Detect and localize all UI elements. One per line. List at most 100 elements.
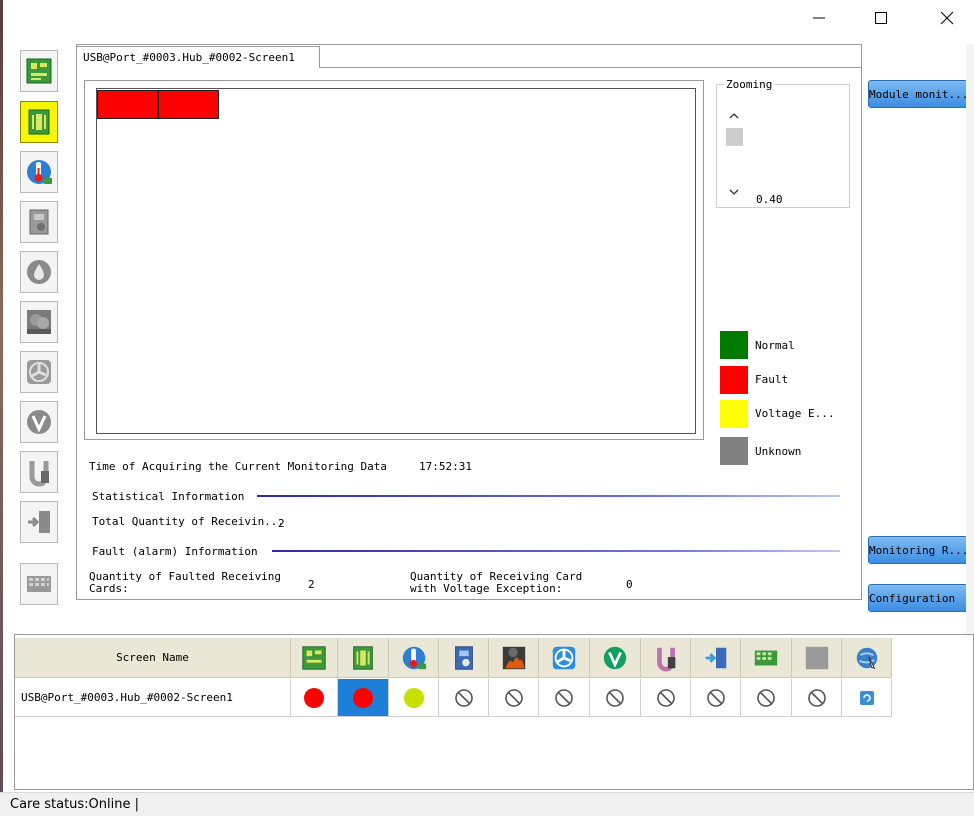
table-cell-smoke[interactable] — [489, 679, 539, 717]
tool-smoke[interactable] — [20, 301, 58, 343]
column-header-door[interactable] — [691, 638, 741, 678]
fan-icon — [552, 646, 576, 669]
misc-monitor-icon — [805, 646, 828, 669]
tool-door[interactable] — [20, 501, 58, 543]
legend-normal-swatch — [720, 331, 748, 359]
tool-pixel[interactable] — [20, 563, 58, 605]
acquire-time-label: Time of Acquiring the Current Monitoring… — [89, 460, 388, 473]
table-cell-cable[interactable] — [641, 679, 691, 717]
legend-voltage-swatch — [720, 400, 748, 428]
faulted-cards-value: 2 — [308, 578, 315, 591]
fault-status-dot — [304, 687, 324, 708]
column-header-misc[interactable] — [792, 638, 842, 678]
receiving-card-icon — [26, 58, 52, 84]
right-edge — [966, 44, 974, 634]
configuration-button[interactable]: Configuration — [868, 584, 972, 612]
close-button[interactable] — [924, 0, 970, 36]
column-header-voltage[interactable] — [590, 638, 641, 678]
column-header-cable[interactable] — [641, 638, 691, 678]
voltage-status-dot — [403, 687, 424, 708]
column-header-screen-name: Screen Name — [15, 638, 291, 678]
not-available-icon — [454, 688, 473, 707]
table-cell-temperature[interactable] — [389, 679, 439, 717]
receiving-card-icon — [302, 645, 326, 670]
table-cell-misc[interactable] — [792, 679, 842, 717]
care-status-text: Care status:Online | — [10, 797, 140, 812]
maximize-button[interactable] — [858, 0, 904, 36]
table-cell-fan[interactable] — [539, 679, 590, 717]
thermometer-icon — [27, 160, 52, 184]
monitoring-record-button[interactable]: Monitoring R... — [868, 536, 972, 564]
statistical-section-title: Statistical Information — [92, 490, 245, 503]
zoom-value: 0.40 — [756, 193, 783, 206]
tool-cable[interactable] — [20, 451, 58, 493]
door-icon — [28, 511, 50, 533]
tab-screen[interactable]: USB@Port_#0003.Hub_#0002-Screen1 — [76, 46, 320, 68]
tool-fan[interactable] — [20, 351, 58, 393]
column-header-screen-name-label: Screen Name — [116, 651, 189, 664]
pixel-grid-icon — [27, 576, 51, 592]
minimize-icon — [813, 17, 825, 19]
table-cell-monitor-card[interactable] — [439, 679, 489, 717]
acquire-time-value: 17:52:31 — [419, 460, 472, 473]
column-header-pixel[interactable] — [741, 638, 792, 678]
not-available-icon — [606, 688, 624, 707]
table-cell-door[interactable] — [691, 679, 741, 717]
cable-icon — [656, 647, 675, 672]
column-header-module[interactable] — [338, 638, 389, 678]
module-board-icon — [28, 109, 50, 135]
voltage-exception-value: 0 — [626, 578, 633, 591]
tool-temperature[interactable] — [20, 151, 58, 193]
column-header-receiving-card[interactable] — [291, 638, 338, 678]
fault-section-title: Fault (alarm) Information — [92, 545, 258, 558]
column-header-temperature[interactable] — [389, 638, 439, 678]
fault-status-dot — [353, 687, 373, 708]
column-header-fan[interactable] — [539, 638, 590, 678]
column-header-monitor-card[interactable] — [439, 638, 489, 678]
table-cell-voltage[interactable] — [590, 679, 641, 717]
faulted-cards-label-line2: Cards: — [89, 582, 129, 595]
module-board-icon — [353, 645, 373, 670]
network-globe-icon — [856, 647, 877, 669]
table-cell-receiving-card[interactable] — [291, 679, 338, 717]
tool-voltage[interactable] — [20, 401, 58, 443]
smoke-icon — [27, 310, 51, 334]
receiving-card-box[interactable] — [97, 90, 158, 119]
column-header-network[interactable] — [842, 638, 892, 678]
voltage-exception-label-line2: with Voltage Exception: — [410, 582, 563, 595]
minimize-button[interactable] — [796, 0, 842, 36]
tab-underline — [320, 67, 862, 68]
not-available-icon — [757, 688, 775, 707]
statistical-section-line — [257, 495, 840, 497]
tool-receiving-card[interactable] — [20, 50, 58, 92]
voltage-icon — [27, 410, 51, 434]
table-row-screen-name[interactable]: USB@Port_#0003.Hub_#0002-Screen1 — [15, 679, 291, 717]
monitor-card-icon — [29, 209, 49, 235]
table-cell-module[interactable] — [338, 679, 389, 717]
refresh-status-icon — [859, 690, 874, 705]
legend-fault-label: Fault — [755, 373, 789, 386]
column-header-smoke[interactable] — [489, 638, 539, 678]
tool-monitor-card[interactable] — [20, 201, 58, 243]
legend-normal-label: Normal — [755, 339, 795, 352]
fan-icon — [27, 360, 51, 384]
table-cell-pixel[interactable] — [741, 679, 792, 717]
screen-view[interactable] — [96, 88, 696, 434]
voltage-icon — [603, 646, 627, 669]
legend-voltage-label: Voltage E... — [755, 407, 835, 420]
humidity-drop-icon — [27, 260, 51, 284]
close-icon — [940, 11, 954, 25]
table-cell-network[interactable] — [842, 679, 892, 717]
receiving-card-box[interactable] — [158, 90, 219, 119]
not-available-icon — [555, 688, 573, 707]
total-quantity-value: 2 — [278, 517, 285, 530]
legend-fault-swatch — [720, 366, 748, 394]
tool-humidity[interactable] — [20, 251, 58, 293]
smoke-icon — [502, 646, 525, 669]
zoom-slider[interactable] — [724, 106, 744, 202]
tool-module[interactable] — [20, 101, 58, 143]
not-available-icon — [656, 688, 675, 707]
pixel-grid-icon — [754, 650, 778, 665]
not-available-icon — [504, 688, 523, 707]
module-monitor-button[interactable]: Module monit... — [868, 80, 972, 108]
